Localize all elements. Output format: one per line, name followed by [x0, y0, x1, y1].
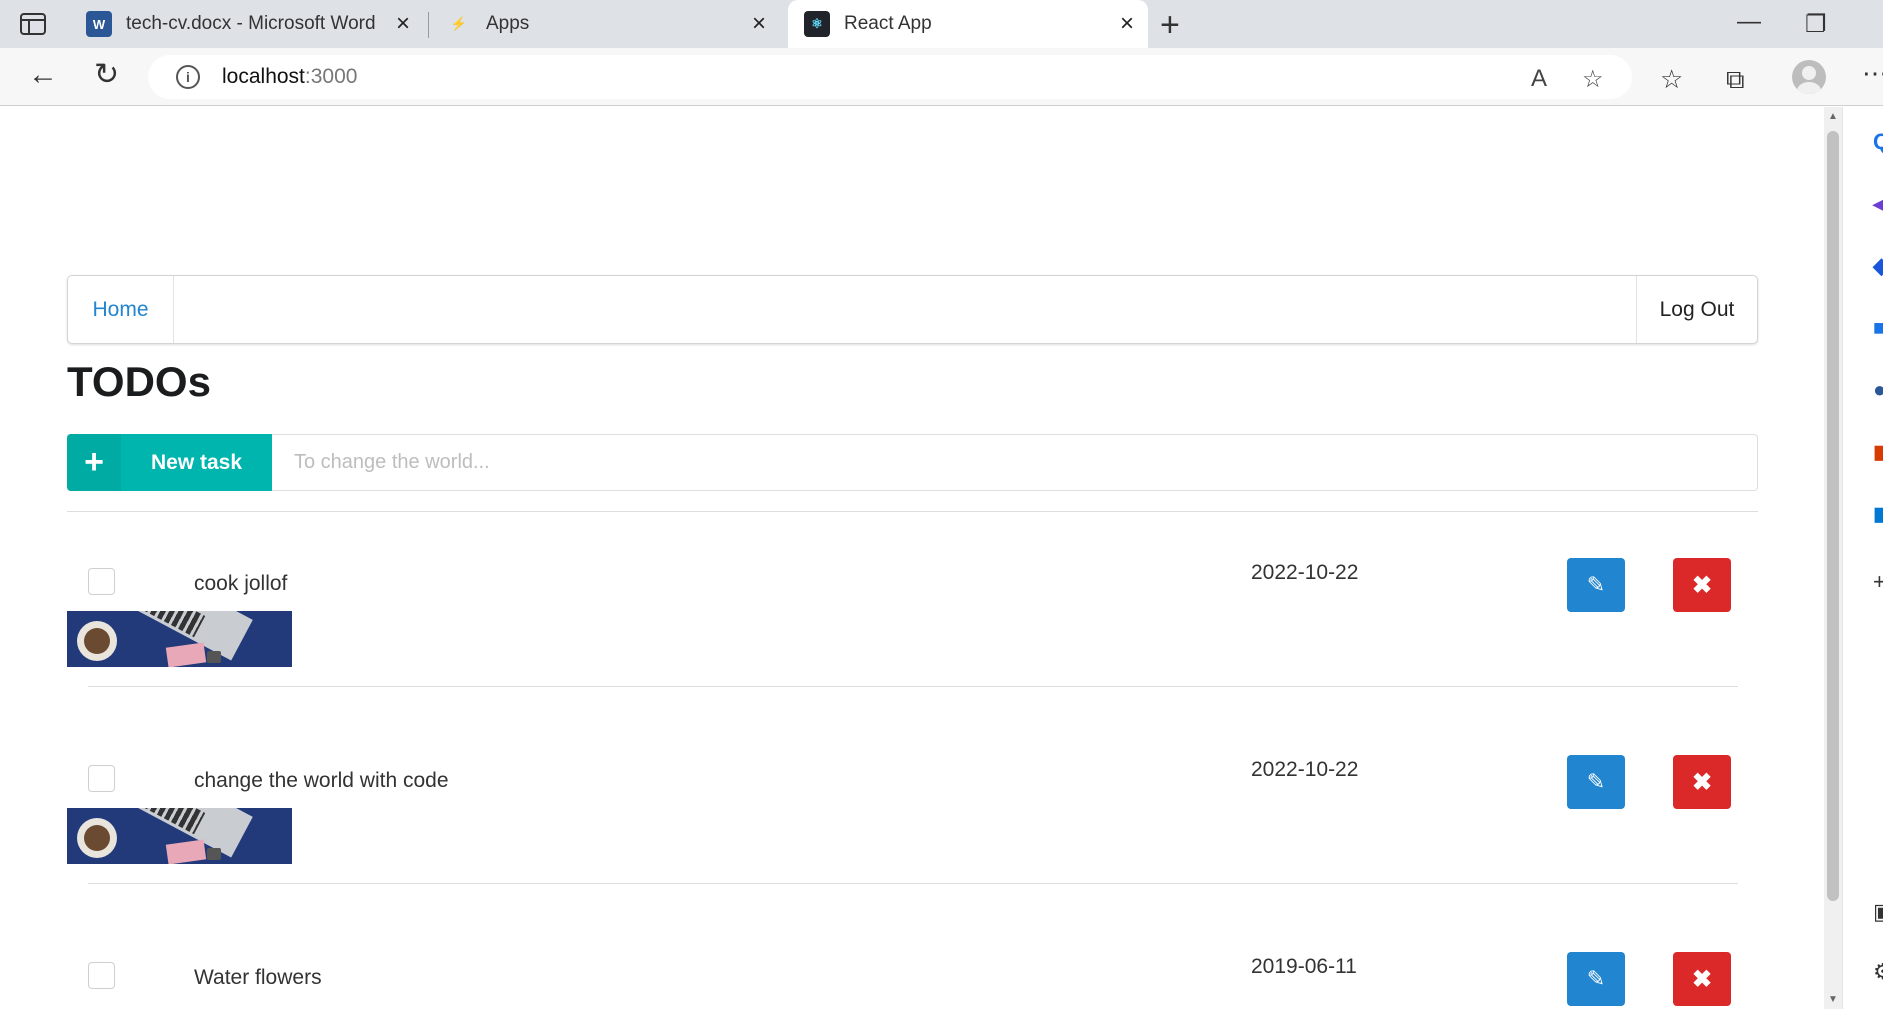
favorites-icon[interactable]: ☆ [1660, 66, 1683, 92]
close-icon: ✖ [1691, 571, 1713, 599]
delete-button[interactable]: ✖ [1673, 952, 1731, 1006]
tab-apps[interactable]: ⚡ Apps × [446, 0, 780, 48]
outlook-icon[interactable]: ◼ [1873, 501, 1883, 527]
edit-button[interactable]: ✎ [1567, 952, 1625, 1006]
new-task-input[interactable] [272, 434, 1758, 491]
add-favorite-icon[interactable]: ☆ [1582, 65, 1604, 94]
pencil-icon: ✎ [1586, 966, 1606, 991]
search-icon[interactable]: Q [1873, 129, 1883, 155]
todo-checkbox[interactable] [88, 962, 115, 989]
edit-button[interactable]: ✎ [1567, 755, 1625, 809]
tab-title: tech-cv.docx - Microsoft Word Online [126, 13, 376, 34]
settings-icon[interactable]: ⚙ [1873, 959, 1883, 985]
more-options-icon[interactable]: ⋯ [1862, 60, 1883, 86]
pencil-icon: ✎ [1586, 769, 1606, 794]
people-icon[interactable]: ● [1873, 377, 1883, 403]
pencil-icon: ✎ [1586, 572, 1606, 597]
restore-icon[interactable]: ❐ [1805, 10, 1827, 39]
scrollbar-thumb[interactable] [1827, 131, 1839, 901]
scroll-up-icon[interactable]: ▲ [1828, 111, 1838, 122]
apps-icon: ⚡ [450, 16, 468, 31]
url-bar[interactable]: i localhost:3000 A ☆ [148, 55, 1632, 99]
new-tab-icon[interactable]: + [1160, 6, 1180, 45]
todo-divider [88, 883, 1738, 884]
close-icon: ✖ [1691, 768, 1713, 796]
url-text[interactable]: localhost:3000 [222, 65, 357, 89]
read-aloud-icon[interactable]: A [1531, 65, 1547, 93]
close-tab-icon[interactable]: × [752, 12, 766, 36]
todo-divider [88, 686, 1738, 687]
profile-avatar[interactable] [1792, 60, 1826, 94]
tab-separator [428, 12, 429, 38]
tools-icon[interactable]: ◆ [1873, 253, 1883, 279]
todo-date: 2022-10-22 [1251, 561, 1359, 584]
close-tab-icon[interactable]: × [1120, 12, 1134, 36]
delete-button[interactable]: ✖ [1673, 755, 1731, 809]
url-port: :3000 [304, 65, 358, 88]
tab-title: Apps [486, 13, 530, 34]
shopping-icon[interactable]: ◀ [1873, 191, 1883, 217]
word-icon: W [86, 11, 112, 37]
todo-date: 2022-10-22 [1251, 758, 1359, 781]
todo-item: Water flowers 2019-06-11 ✎ ✖ [67, 952, 1758, 1009]
edit-button[interactable]: ✎ [1567, 558, 1625, 612]
new-task-button[interactable]: + New task [67, 434, 272, 491]
sidebar-toggle-icon[interactable]: ▣ [1873, 899, 1883, 925]
divider [67, 511, 1758, 512]
scroll-down-icon[interactable]: ▼ [1828, 994, 1838, 1005]
minimize-icon[interactable]: — [1737, 8, 1761, 36]
add-icon[interactable]: + [1873, 569, 1883, 595]
page-scrollbar[interactable]: ▲ ▼ [1824, 107, 1842, 1009]
new-task-form: + New task [67, 434, 1758, 491]
tab-react-app[interactable]: ⚛ React App × [788, 0, 1148, 48]
new-task-label: New task [150, 450, 243, 474]
browser-tab-strip: W tech-cv.docx - Microsoft Word Online ×… [0, 0, 1883, 48]
todo-image [67, 611, 292, 667]
delete-button[interactable]: ✖ [1673, 558, 1731, 612]
todo-item: change the world with code 2022-10-22 ✎ … [67, 755, 1758, 962]
back-icon[interactable]: ← [28, 60, 58, 90]
tab-title: React App [844, 13, 932, 34]
todo-text: cook jollof [194, 572, 288, 595]
tab-actions-icon[interactable] [20, 13, 46, 35]
tab-word[interactable]: W tech-cv.docx - Microsoft Word Online × [86, 0, 424, 48]
todo-text: change the world with code [194, 769, 449, 792]
plus-icon: + [67, 434, 121, 491]
react-icon: ⚛ [804, 11, 830, 37]
todo-image [67, 808, 292, 864]
app-navbar: Home Log Out [67, 275, 1758, 344]
logout-link[interactable]: Log Out [1636, 276, 1757, 343]
refresh-icon[interactable]: ↻ [94, 60, 119, 90]
todo-text: Water flowers [194, 966, 322, 989]
close-icon: ✖ [1691, 965, 1713, 993]
todo-item: cook jollof 2022-10-22 ✎ ✖ [67, 558, 1758, 765]
browser-sidebar: Q ◀ ◆ ■ ● ◼ ◼ + ▣ ⚙ [1842, 107, 1883, 1009]
home-link[interactable]: Home [68, 276, 174, 343]
todo-date: 2019-06-11 [1251, 955, 1357, 978]
office-icon[interactable]: ◼ [1873, 439, 1883, 465]
address-toolbar: ← ↻ i localhost:3000 A ☆ ☆ ⧉ ⋯ [0, 48, 1883, 106]
todo-checkbox[interactable] [88, 765, 115, 792]
games-icon[interactable]: ■ [1873, 315, 1883, 341]
close-tab-icon[interactable]: × [396, 12, 410, 36]
todo-checkbox[interactable] [88, 568, 115, 595]
url-host: localhost [222, 65, 305, 88]
collections-icon[interactable]: ⧉ [1726, 66, 1745, 92]
page-title: TODOs [67, 358, 211, 405]
site-info-icon[interactable]: i [176, 65, 200, 89]
